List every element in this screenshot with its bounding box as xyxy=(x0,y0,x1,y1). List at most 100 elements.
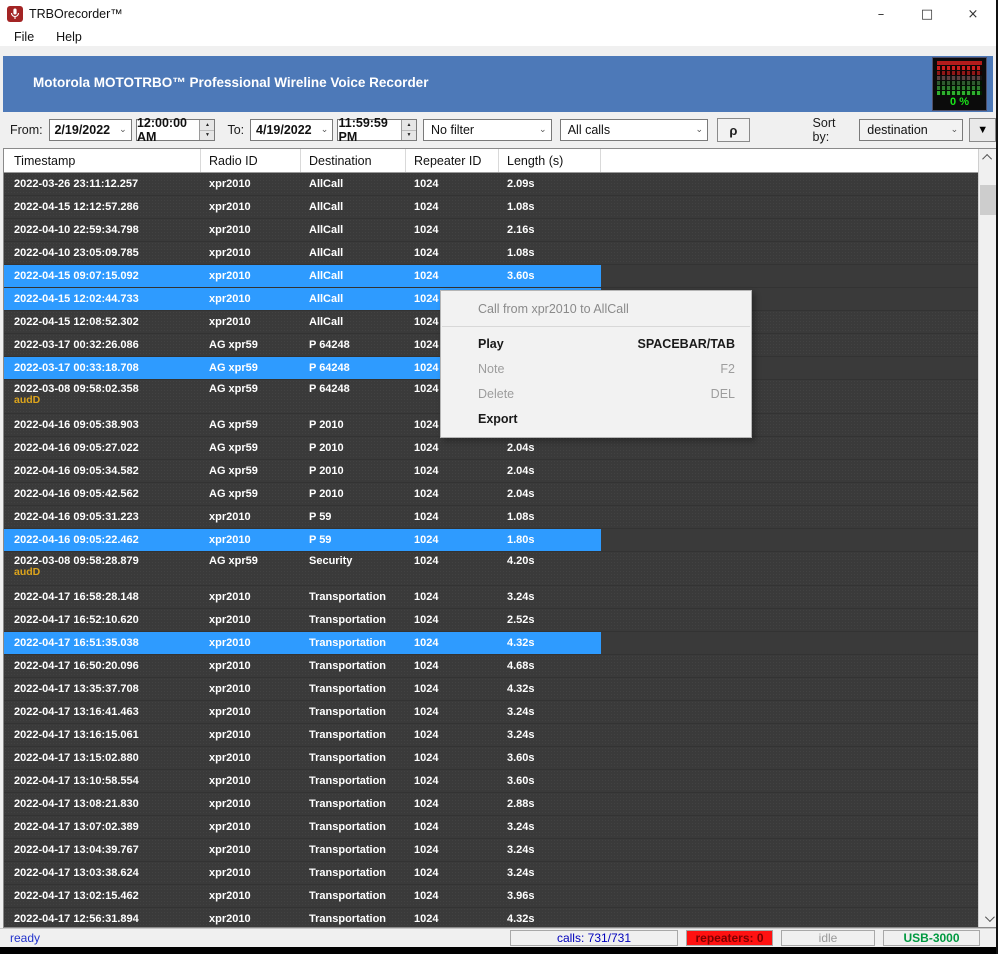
column-header-length[interactable]: Length (s) xyxy=(499,149,601,172)
spin-up-icon[interactable]: ▲ xyxy=(200,120,214,131)
to-time-spinner[interactable]: 11:59:59 PM ▲ ▼ xyxy=(337,119,417,141)
cell-repeater-id: 1024 xyxy=(406,465,499,477)
table-row[interactable]: 2022-04-17 12:56:31.894xpr2010Transporta… xyxy=(4,908,979,928)
chevron-up-icon xyxy=(982,154,992,164)
table-row[interactable]: 2022-04-17 13:16:15.061xpr2010Transporta… xyxy=(4,724,979,747)
status-calls-count: calls: 731/731 xyxy=(510,930,678,946)
search-icon: ρ xyxy=(729,123,737,138)
menu-help[interactable]: Help xyxy=(50,30,88,44)
table-row[interactable]: 2022-04-17 13:10:58.554xpr2010Transporta… xyxy=(4,770,979,793)
cell-length: 3.24s xyxy=(499,706,601,718)
cell-radio-id: AG xpr59 xyxy=(201,339,301,351)
table-row[interactable]: 2022-03-26 23:11:12.257xpr2010AllCall102… xyxy=(4,173,979,196)
cell-radio-id: xpr2010 xyxy=(201,821,301,833)
table-row[interactable]: 2022-04-16 09:05:22.462xpr2010P 5910241.… xyxy=(4,529,979,552)
vertical-scrollbar[interactable] xyxy=(978,149,996,927)
cell-radio-id: xpr2010 xyxy=(201,316,301,328)
cell-repeater-id: 1024 xyxy=(406,867,499,879)
menu-file[interactable]: File xyxy=(8,30,40,44)
table-row[interactable]: 2022-04-17 13:04:39.767xpr2010Transporta… xyxy=(4,839,979,862)
cell-destination: AllCall xyxy=(301,224,406,236)
cell-repeater-id: 1024 xyxy=(406,913,499,925)
sort-value: destination xyxy=(860,123,946,137)
cell-destination: P 2010 xyxy=(301,465,406,477)
table-row[interactable]: 2022-04-10 22:59:34.798xpr2010AllCall102… xyxy=(4,219,979,242)
meter-bar xyxy=(937,81,982,85)
cell-repeater-id: 1024 xyxy=(406,511,499,523)
cell-timestamp: 2022-04-17 16:58:28.148 xyxy=(4,591,201,603)
chevron-down-icon[interactable]: ⌄ xyxy=(946,125,962,135)
expand-filters-button[interactable]: ▼ xyxy=(969,118,996,142)
meter-bar xyxy=(937,76,982,80)
call-type-select[interactable]: All calls ⌄ xyxy=(560,119,709,141)
cell-length: 2.52s xyxy=(499,614,601,626)
cell-length: 3.60s xyxy=(499,270,601,282)
from-time-value: 12:00:00 AM xyxy=(137,120,200,140)
search-button[interactable]: ρ xyxy=(717,118,749,142)
sort-select[interactable]: destination ⌄ xyxy=(859,119,963,141)
table-row[interactable]: 2022-04-17 16:51:35.038xpr2010Transporta… xyxy=(4,632,979,655)
table-row[interactable]: 2022-04-15 09:07:15.092xpr2010AllCall102… xyxy=(4,265,979,288)
table-row[interactable]: 2022-04-17 13:15:02.880xpr2010Transporta… xyxy=(4,747,979,770)
app-banner-title: Motorola MOTOTRBO™ Professional Wireline… xyxy=(33,75,428,90)
from-time-spinner[interactable]: 12:00:00 AM ▲ ▼ xyxy=(136,119,216,141)
table-row[interactable]: 2022-04-17 13:08:21.830xpr2010Transporta… xyxy=(4,793,979,816)
cell-timestamp: 2022-04-17 13:35:37.708 xyxy=(4,683,201,695)
table-header: Timestamp Radio ID Destination Repeater … xyxy=(4,149,996,173)
cell-repeater-id: 1024 xyxy=(406,752,499,764)
minimize-button[interactable]: – xyxy=(858,0,904,28)
table-row[interactable]: 2022-04-15 12:12:57.286xpr2010AllCall102… xyxy=(4,196,979,219)
cell-timestamp: 2022-04-17 13:08:21.830 xyxy=(4,798,201,810)
context-menu-item-export[interactable]: Export xyxy=(441,406,751,431)
table-row[interactable]: 2022-04-17 13:03:38.624xpr2010Transporta… xyxy=(4,862,979,885)
cell-destination: Transportation xyxy=(301,660,406,672)
chevron-down-icon[interactable]: ⌄ xyxy=(316,125,332,135)
chevron-down-icon[interactable]: ⌄ xyxy=(691,125,707,135)
maximize-button[interactable]: □ xyxy=(904,0,950,28)
column-header-radio-id[interactable]: Radio ID xyxy=(201,149,301,172)
spin-down-icon[interactable]: ▼ xyxy=(200,131,214,141)
cell-timestamp: 2022-04-10 22:59:34.798 xyxy=(4,224,201,236)
chevron-down-icon[interactable]: ⌄ xyxy=(535,125,551,135)
table-row[interactable]: 2022-04-10 23:05:09.785xpr2010AllCall102… xyxy=(4,242,979,265)
scroll-up-button[interactable] xyxy=(979,149,996,166)
filter-select[interactable]: No filter ⌄ xyxy=(423,119,552,141)
window-bottom-edge xyxy=(0,947,996,954)
table-row[interactable]: 2022-04-17 13:02:15.462xpr2010Transporta… xyxy=(4,885,979,908)
menu-item-shortcut: F2 xyxy=(720,362,735,376)
close-button[interactable]: × xyxy=(950,0,996,28)
cell-radio-id: AG xpr59 xyxy=(201,419,301,431)
chevron-down-icon xyxy=(984,912,994,922)
table-row[interactable]: 2022-04-16 09:05:42.562AG xpr59P 2010102… xyxy=(4,483,979,506)
cell-repeater-id: 1024 xyxy=(406,614,499,626)
column-header-repeater-id[interactable]: Repeater ID xyxy=(406,149,499,172)
chevron-down-icon[interactable]: ⌄ xyxy=(115,125,131,135)
cell-repeater-id: 1024 xyxy=(406,201,499,213)
cell-destination: P 64248 xyxy=(301,380,406,395)
table-row[interactable]: 2022-04-17 13:16:41.463xpr2010Transporta… xyxy=(4,701,979,724)
cell-destination: P 64248 xyxy=(301,362,406,374)
to-date-select[interactable]: 4/19/2022 ⌄ xyxy=(250,119,333,141)
column-header-timestamp[interactable]: Timestamp xyxy=(4,149,201,172)
cell-radio-id: xpr2010 xyxy=(201,752,301,764)
scrollbar-thumb[interactable] xyxy=(980,185,996,215)
spin-down-icon[interactable]: ▼ xyxy=(402,131,416,141)
table-row[interactable]: 2022-04-17 16:50:20.096xpr2010Transporta… xyxy=(4,655,979,678)
filter-toolbar: From: 2/19/2022 ⌄ 12:00:00 AM ▲ ▼ To: 4/… xyxy=(0,112,996,148)
table-row[interactable]: 2022-04-17 16:58:28.148xpr2010Transporta… xyxy=(4,586,979,609)
scroll-down-button[interactable] xyxy=(979,910,996,927)
from-date-select[interactable]: 2/19/2022 ⌄ xyxy=(49,119,132,141)
context-menu-item-play[interactable]: PlaySPACEBAR/TAB xyxy=(441,331,751,356)
cell-destination: Transportation xyxy=(301,729,406,741)
table-row[interactable]: 2022-04-17 13:35:37.708xpr2010Transporta… xyxy=(4,678,979,701)
table-row[interactable]: 2022-04-16 09:05:31.223xpr2010P 5910241.… xyxy=(4,506,979,529)
table-row[interactable]: 2022-04-17 16:52:10.620xpr2010Transporta… xyxy=(4,609,979,632)
table-row[interactable]: 2022-04-16 09:05:34.582AG xpr59P 2010102… xyxy=(4,460,979,483)
meter-bar xyxy=(937,91,982,95)
spin-up-icon[interactable]: ▲ xyxy=(402,120,416,131)
table-row[interactable]: 2022-04-16 09:05:27.022AG xpr59P 2010102… xyxy=(4,437,979,460)
table-row[interactable]: 2022-03-08 09:58:28.879audDAG xpr59Secur… xyxy=(4,552,979,586)
column-header-destination[interactable]: Destination xyxy=(301,149,406,172)
cell-radio-id: AG xpr59 xyxy=(201,380,301,395)
table-row[interactable]: 2022-04-17 13:07:02.389xpr2010Transporta… xyxy=(4,816,979,839)
